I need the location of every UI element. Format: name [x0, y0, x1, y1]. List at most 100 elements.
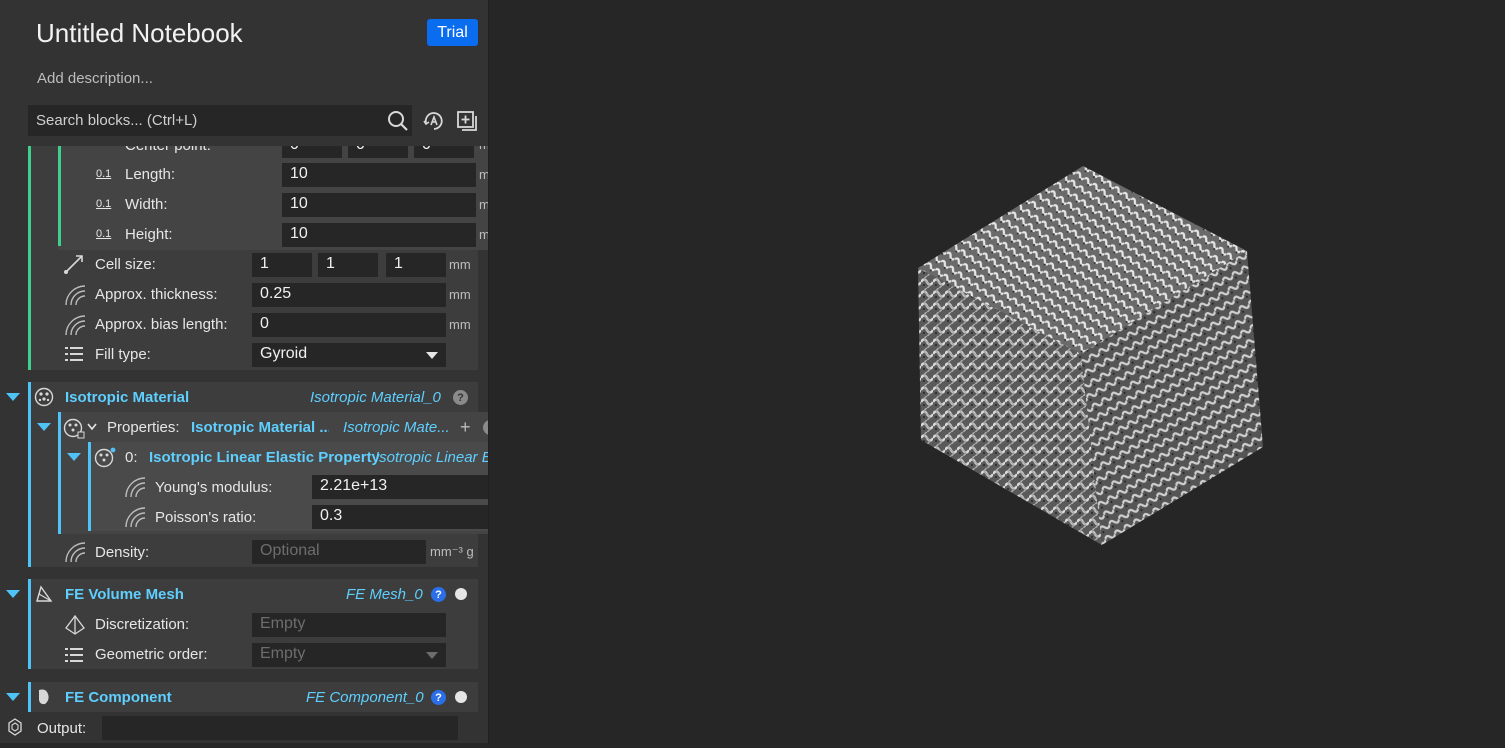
- status-dot: [455, 588, 467, 600]
- properties-accent-bar: [58, 412, 61, 534]
- center-point-x-field[interactable]: 0: [282, 146, 342, 158]
- output-bar: Output:: [0, 712, 488, 743]
- approx-thickness-field[interactable]: 0.25: [252, 283, 446, 307]
- youngs-modulus-field[interactable]: 2.21e+13: [312, 475, 488, 499]
- cell-size-x-field[interactable]: 1: [252, 253, 312, 277]
- scalar-gauge-icon: [65, 285, 86, 306]
- length-unit: mm: [479, 167, 489, 182]
- density-field[interactable]: Optional: [252, 540, 426, 564]
- help-icon[interactable]: ?: [431, 587, 446, 602]
- component-icon: [39, 689, 49, 705]
- length-label: Length:: [125, 166, 176, 183]
- fill-type-select[interactable]: Gyroid: [252, 343, 446, 367]
- youngs-modulus-label: Young's modulus:: [155, 479, 273, 496]
- length-field[interactable]: 10: [282, 163, 476, 187]
- box-accent-bar: [58, 146, 61, 246]
- pyramid-icon: [65, 614, 85, 635]
- collapse-toggle-icon[interactable]: [67, 453, 81, 461]
- help-icon[interactable]: ?: [431, 690, 446, 705]
- blocks-scroll-area[interactable]: Center point: 0 0 0 mm 0.1 Length: 10 mm…: [0, 146, 489, 712]
- property-index: 0:: [125, 449, 138, 466]
- 3d-viewport[interactable]: [489, 0, 1505, 743]
- approx-bias-unit: mm: [449, 317, 471, 332]
- number-icon: 0.1: [96, 198, 112, 210]
- scalar-gauge-icon: [65, 315, 86, 336]
- ai-icon: [8, 718, 22, 736]
- search-icon[interactable]: [385, 108, 411, 134]
- center-point-y-field[interactable]: 0: [348, 146, 408, 158]
- search-blocks-input[interactable]: [28, 105, 412, 136]
- width-field[interactable]: 10: [282, 193, 476, 217]
- width-unit: mm: [479, 197, 489, 212]
- add-property-icon[interactable]: +: [460, 417, 471, 438]
- scalar-gauge-icon: [125, 477, 146, 498]
- mesh-accent-bar: [28, 579, 31, 669]
- center-point-unit: mm: [479, 146, 488, 152]
- approx-bias-label: Approx. bias length:: [95, 316, 228, 333]
- chevron-down-icon[interactable]: [87, 423, 97, 431]
- collapse-toggle-icon[interactable]: [37, 423, 51, 431]
- properties-value[interactable]: Isotropic Material ...: [191, 419, 329, 436]
- width-label: Width:: [125, 196, 168, 213]
- trial-badge-button[interactable]: Trial: [427, 19, 478, 46]
- height-label: Height:: [125, 226, 173, 243]
- material-accent-bar: [28, 382, 31, 567]
- notebook-title[interactable]: Untitled Notebook: [36, 18, 243, 49]
- cell-size-z-field[interactable]: 1: [386, 253, 446, 277]
- collapse-toggle-icon[interactable]: [6, 693, 20, 701]
- collapse-toggle-icon[interactable]: [6, 590, 20, 598]
- fe-volume-mesh-title: FE Volume Mesh: [65, 586, 184, 603]
- fe-component-instance[interactable]: FE Component_0: [306, 689, 426, 706]
- density-label: Density:: [95, 544, 150, 561]
- status-dot: [455, 691, 467, 703]
- output-label: Output:: [37, 720, 87, 737]
- properties-label: Properties:: [107, 419, 180, 436]
- fe-volume-mesh-instance[interactable]: FE Mesh_0: [346, 586, 426, 603]
- approx-thickness-label: Approx. thickness:: [95, 286, 218, 303]
- number-icon: 0.1: [96, 228, 112, 240]
- poissons-ratio-label: Poisson's ratio:: [155, 509, 257, 526]
- mesh-icon: [36, 585, 53, 602]
- cell-size-unit: mm: [449, 257, 471, 272]
- collapse-toggle-icon[interactable]: [6, 393, 20, 401]
- approx-thickness-unit: mm: [449, 287, 471, 302]
- linear-elastic-instance[interactable]: Isotropic Linear El...: [375, 449, 488, 466]
- chevron-down-icon[interactable]: [426, 352, 438, 359]
- fe-component-title: FE Component: [65, 689, 172, 706]
- output-field[interactable]: [102, 716, 458, 740]
- properties-instance[interactable]: Isotropic Mate...: [343, 419, 448, 436]
- height-field[interactable]: 10: [282, 223, 476, 247]
- scalar-gauge-icon: [125, 507, 146, 528]
- add-description[interactable]: Add description...: [37, 70, 153, 87]
- density-unit: mm⁻³ g: [430, 544, 474, 559]
- linear-elastic-title: Isotropic Linear Elastic Property: [149, 449, 380, 466]
- cell-size-y-field[interactable]: 1: [318, 253, 378, 277]
- center-point-z-field[interactable]: 0: [414, 146, 474, 158]
- chevron-down-icon[interactable]: [426, 652, 438, 659]
- ai-assistant-icon[interactable]: [421, 108, 447, 134]
- isotropic-material-title: Isotropic Material: [65, 389, 190, 406]
- list-icon: [65, 347, 83, 361]
- discretization-field[interactable]: Empty: [252, 613, 446, 637]
- scalar-gauge-icon: [65, 542, 86, 563]
- cell-size-label: Cell size:: [95, 256, 156, 273]
- elastic-accent-bar: [88, 442, 91, 531]
- fill-type-label: Fill type:: [95, 346, 151, 363]
- poissons-ratio-field[interactable]: 0.3: [312, 505, 488, 529]
- help-icon[interactable]: ?: [453, 390, 468, 405]
- material-list-icon: [63, 418, 85, 439]
- discretization-label: Discretization:: [95, 616, 190, 633]
- geometric-order-select[interactable]: Empty: [252, 643, 446, 667]
- material-icon: [34, 387, 54, 407]
- add-block-icon[interactable]: [454, 108, 480, 134]
- center-point-label: Center point:: [125, 146, 211, 154]
- cell-size-icon: [64, 255, 83, 274]
- isotropic-material-instance[interactable]: Isotropic Material_0: [310, 389, 445, 406]
- lattice-accent-bar: [28, 146, 31, 370]
- height-unit: mm: [479, 227, 489, 242]
- approx-bias-field[interactable]: 0: [252, 313, 446, 337]
- gyroid-lattice-cube[interactable]: [489, 0, 1505, 743]
- notebook-panel: Untitled Notebook Trial Add description.…: [0, 0, 489, 743]
- number-icon: 0.1: [96, 168, 112, 180]
- material-icon: [94, 447, 116, 468]
